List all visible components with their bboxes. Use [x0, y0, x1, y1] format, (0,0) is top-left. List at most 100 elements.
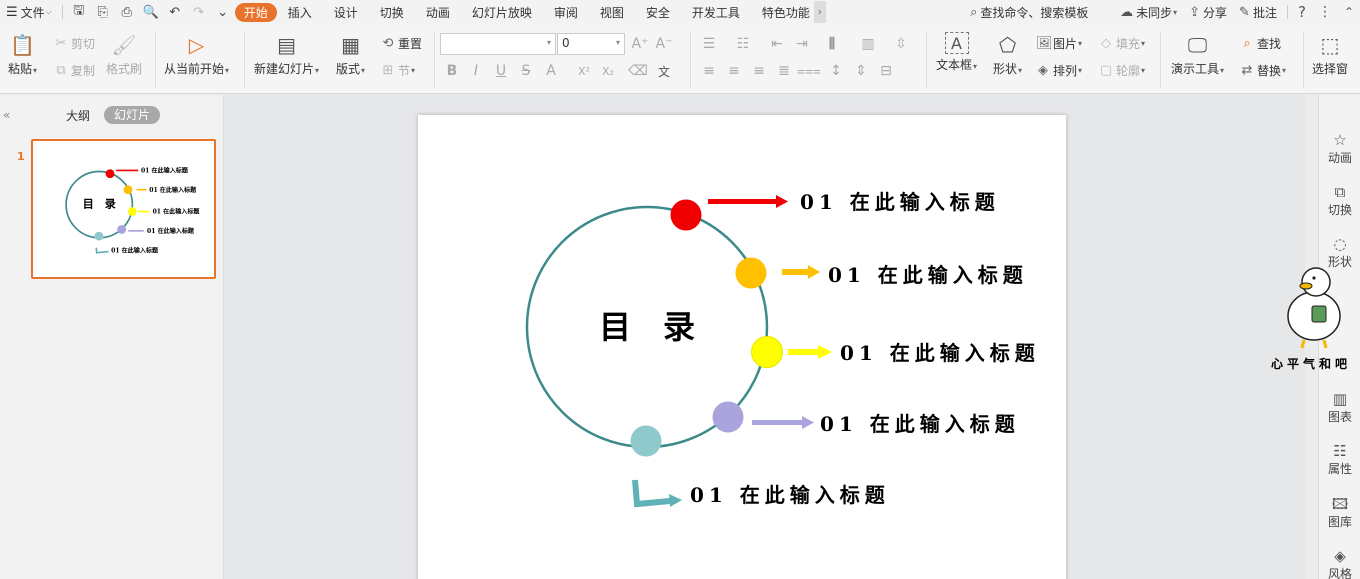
increase-indent-icon[interactable]: ⇥ [793, 35, 811, 53]
slide[interactable]: 目 录 01 在此输入标题 01 在此输入标题 01 在此输入标题 01 在此输… [418, 115, 1066, 579]
tab-slides[interactable]: 幻灯片 [104, 106, 160, 124]
tab-transition[interactable]: 切换 [369, 0, 415, 24]
reset-button[interactable]: ⟲ 重置 [381, 35, 422, 52]
align-right-icon[interactable]: ≡ [750, 62, 768, 80]
undo-icon[interactable]: ↶ [163, 0, 187, 24]
more-options-icon[interactable]: ⋮ [1312, 4, 1338, 20]
smart-align-icon[interactable]: ⊟ [877, 62, 895, 80]
tab-overflow-arrow-icon[interactable]: › [813, 1, 826, 23]
collapse-ribbon-icon[interactable]: ⌃ [1338, 5, 1360, 19]
customize-dropdown-icon[interactable]: ⌄ [211, 0, 235, 24]
present-tools-button[interactable]: 🖵 演示工具▾ [1171, 32, 1224, 77]
sidebar-item-property[interactable]: ☷ 属性 [1319, 442, 1360, 477]
paste-button[interactable]: 📋 粘贴▾ [8, 32, 37, 77]
subscript-icon[interactable]: X₂ [599, 62, 617, 80]
format-painter-button[interactable]: 🖌 格式刷 [106, 32, 142, 77]
print-preview-icon[interactable]: 🔍 [139, 0, 163, 24]
replace-button[interactable]: ⇄ 替换 ▾ [1240, 62, 1286, 79]
line-spacing-icon[interactable]: ↕ [827, 62, 845, 80]
clear-format-icon[interactable]: ⌫ [628, 62, 648, 80]
command-search[interactable]: ⌕ 查找命令、搜索模板 [964, 4, 1114, 21]
find-button[interactable]: ⌕ 查找 [1240, 35, 1281, 52]
tab-slideshow[interactable]: 幻灯片放映 [461, 0, 543, 24]
superscript-icon[interactable]: X² [575, 62, 593, 80]
decrease-indent-icon[interactable]: ⇤ [768, 35, 786, 53]
new-slide-button[interactable]: ▤ 新建幻灯片▾ [254, 32, 319, 77]
sidebar-item-chart[interactable]: ▥ 图表 [1319, 390, 1360, 425]
distribute-icon[interactable]: ⩶ [797, 62, 821, 80]
print-icon[interactable]: ⎙ [115, 0, 139, 24]
divider [244, 32, 245, 88]
cut-button[interactable]: ✂ 剪切 [54, 35, 95, 52]
tab-view[interactable]: 视图 [589, 0, 635, 24]
arrange-button[interactable]: ◈ 排列 ▾ [1036, 62, 1082, 79]
align-vertical-icon[interactable]: ⇳ [892, 35, 910, 53]
collapse-panel-icon[interactable]: « [3, 108, 10, 122]
slide-title[interactable]: 目 录 [599, 308, 695, 346]
underline-icon[interactable]: U [492, 62, 510, 80]
help-button[interactable]: ? [1292, 3, 1312, 21]
select-pane-button[interactable]: ⬚ 选择窗 [1312, 32, 1348, 77]
toc-item-2[interactable]: 01 在此输入标题 [735, 257, 1028, 289]
sidebar-item-style[interactable]: ◈ 风格 [1319, 547, 1360, 579]
sidebar-item-animation[interactable]: ☆ 动画 [1319, 131, 1360, 166]
copy-button[interactable]: ⧉ 复制 [54, 62, 95, 79]
italic-icon[interactable]: I [467, 62, 485, 80]
toc-item-4-text: 01 在此输入标题 [820, 412, 1020, 436]
outline-button[interactable]: ▢ 轮廓 ▾ [1099, 62, 1145, 79]
layout-button[interactable]: ▦ 版式▾ [336, 32, 365, 77]
toc-item-1[interactable]: 01 在此输入标题 [670, 190, 1000, 231]
sync-button[interactable]: ☁ 未同步 ▾ [1114, 4, 1183, 21]
strikethrough-icon[interactable]: S [517, 62, 535, 80]
tab-review[interactable]: 审阅 [543, 0, 589, 24]
font-color-icon[interactable]: A [542, 62, 560, 80]
tab-animation[interactable]: 动画 [415, 0, 461, 24]
play-from-current-button[interactable]: ▷ 从当前开始▾ [164, 32, 229, 77]
share-button[interactable]: ⇪ 分享 [1183, 4, 1233, 21]
decrease-font-icon[interactable]: A⁻ [655, 35, 673, 53]
section-button[interactable]: ⊞ 节 ▾ [381, 62, 415, 79]
columns-icon[interactable]: ▥ [859, 35, 877, 53]
file-menu-label: 文件 [20, 5, 45, 20]
textbox-button[interactable]: A 文本框▾ [936, 32, 977, 73]
duck-icon: 心平气和吧 [1271, 267, 1347, 371]
save-icon[interactable]: 🖫 [67, 0, 91, 24]
align-left-icon[interactable]: ≡ [700, 62, 718, 80]
justify-icon[interactable]: ≣ [775, 62, 793, 80]
comment-button[interactable]: ✎ 批注 [1233, 4, 1283, 21]
text-direction-icon[interactable]: ⫼ [823, 35, 841, 53]
font-size-select[interactable]: 0 ▾ [557, 33, 625, 55]
shape-button[interactable]: ⬠ 形状▾ [993, 32, 1022, 77]
phonetic-guide-icon[interactable]: 文 [655, 62, 673, 80]
paragraph-spacing-icon[interactable]: ⇕ [852, 62, 870, 80]
increase-font-icon[interactable]: A⁺ [631, 35, 649, 53]
sidebar-item-transition[interactable]: ⧉ 切换 [1319, 183, 1360, 218]
redo-icon[interactable]: ↷ [187, 0, 211, 24]
bullet-list-icon[interactable]: ☰ [700, 35, 718, 53]
picture-button[interactable]: 🖼 图片 ▾ [1036, 35, 1082, 52]
toc-item-4[interactable]: 01 在此输入标题 [712, 401, 1020, 437]
fill-button[interactable]: ◇ 填充 ▾ [1099, 35, 1145, 52]
clipboard-icon: 📋 [10, 33, 35, 57]
tab-security[interactable]: 安全 [635, 0, 681, 24]
sidebar-item-shape[interactable]: ◌ 形状 [1319, 235, 1360, 270]
file-menu[interactable]: ☰ 文件 ⌵ [0, 0, 58, 24]
search-icon: ⌕ [970, 4, 978, 20]
tab-developer[interactable]: 开发工具 [681, 0, 751, 24]
toc-item-3[interactable]: 01 在此输入标题 [751, 336, 1040, 368]
sidebar-item-gallery[interactable]: 🖾 图库 [1319, 495, 1360, 530]
align-center-icon[interactable]: ≡ [725, 62, 743, 80]
tab-outline[interactable]: 大纲 [66, 107, 90, 124]
font-name-select[interactable]: ▾ [440, 33, 556, 55]
slide-thumbnail-preview: 目 录 01 在此输入标题 01 在此输入标题 01 在此输入标题 01 在此输… [65, 166, 200, 255]
numbered-list-icon[interactable]: ☷ [734, 35, 752, 53]
tab-features[interactable]: 特色功能 [751, 0, 814, 24]
export-icon[interactable]: ⎘ [91, 0, 115, 24]
bold-icon[interactable]: B [443, 62, 461, 80]
tab-insert[interactable]: 插入 [277, 0, 323, 24]
toc-item-5[interactable]: 01 在此输入标题 [630, 425, 890, 508]
new-slide-icon: ▤ [277, 33, 296, 57]
tab-home[interactable]: 开始 [234, 2, 277, 22]
slide-thumbnail[interactable]: 目 录 01 在此输入标题 01 在此输入标题 01 在此输入标题 01 在此输… [31, 139, 216, 279]
tab-design[interactable]: 设计 [323, 0, 369, 24]
